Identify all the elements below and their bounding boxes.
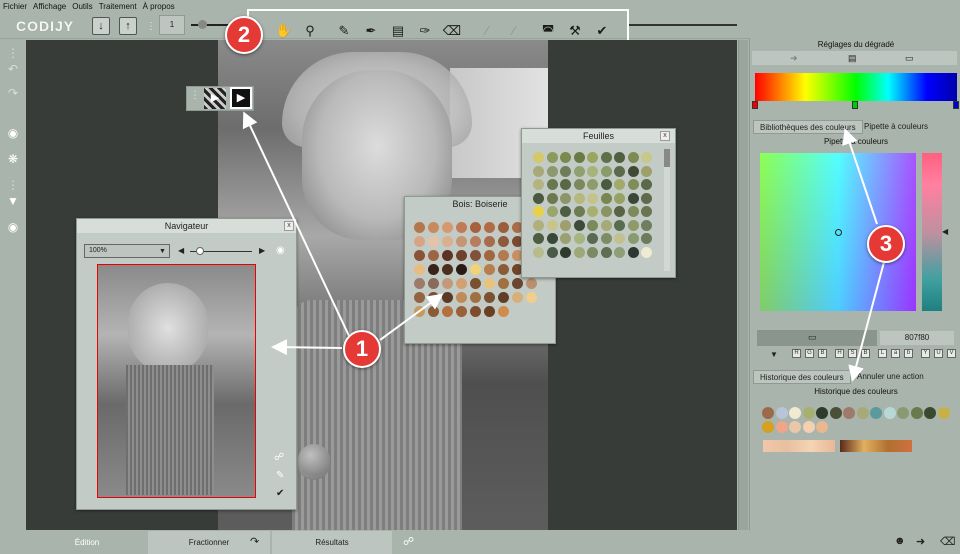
arrow-to-libraries-tab bbox=[842, 128, 878, 225]
callout-marker-3: 3 bbox=[867, 225, 905, 263]
arrow-to-history-tab bbox=[848, 261, 885, 382]
callout-arrows bbox=[242, 111, 885, 382]
callout-marker-2: 2 bbox=[225, 16, 263, 54]
arrow-to-play bbox=[242, 111, 351, 339]
arrow-to-navigator bbox=[271, 339, 343, 356]
callout-marker-1: 1 bbox=[343, 330, 381, 368]
arrow-to-wood bbox=[379, 293, 444, 341]
